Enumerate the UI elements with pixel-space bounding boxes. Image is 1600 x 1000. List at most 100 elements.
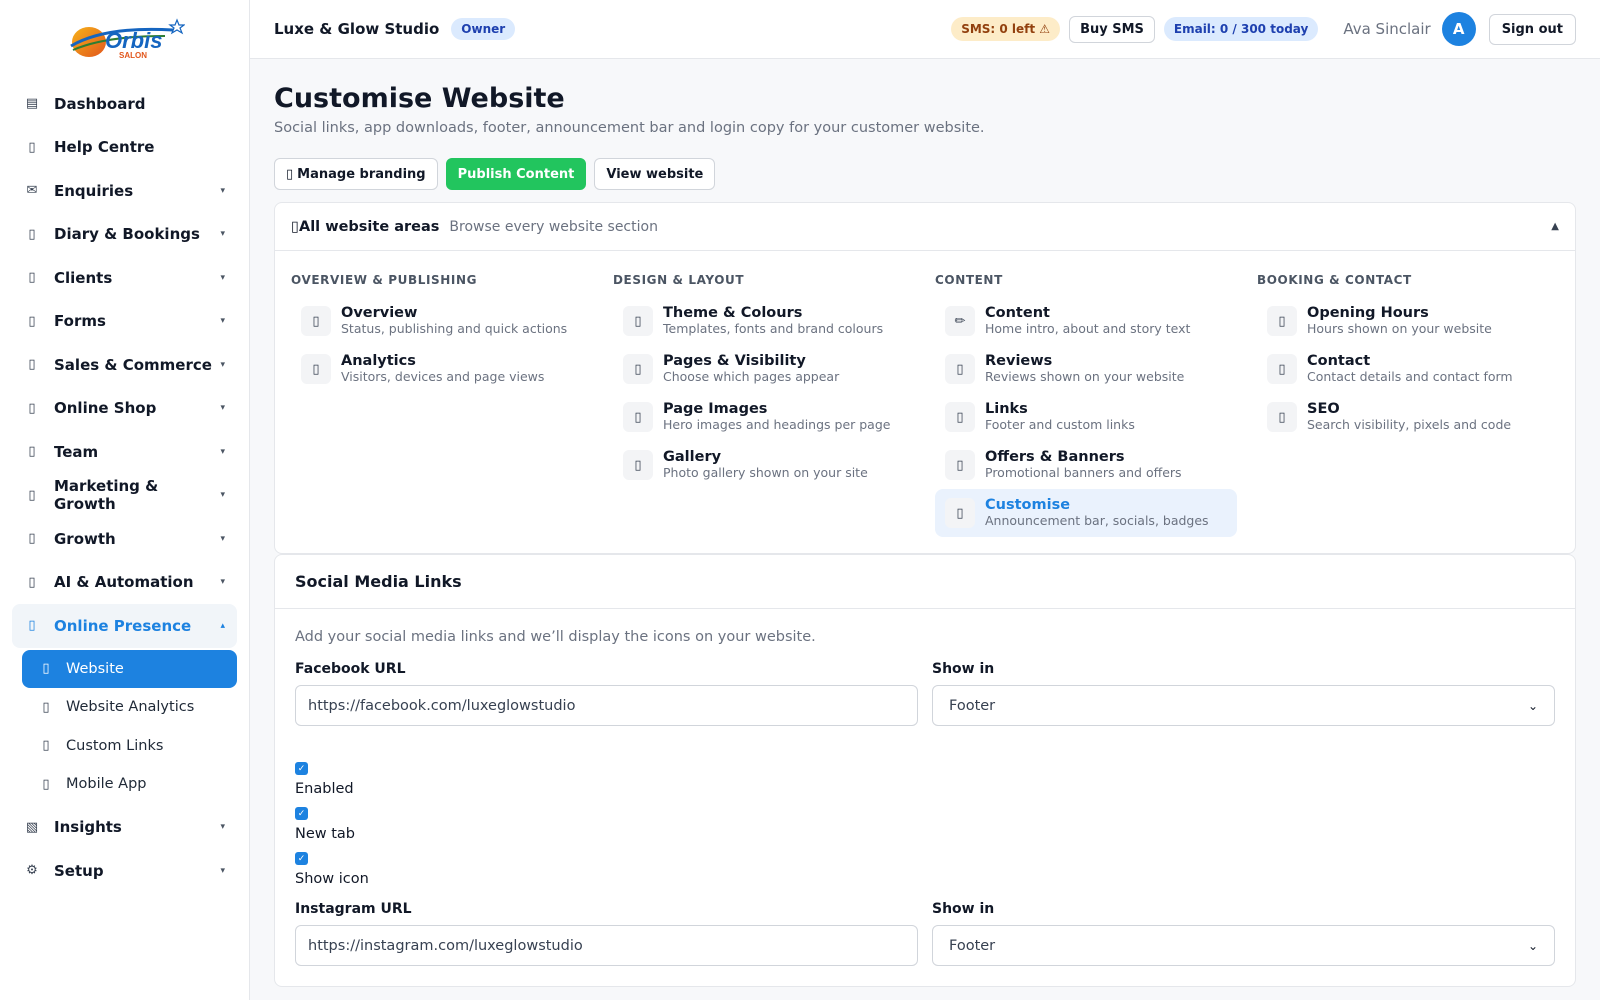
chevron-icon: ▾ <box>220 822 225 833</box>
area-desc: Search visibility, pixels and code <box>1307 417 1512 432</box>
area-theme-and-colours[interactable]: ▯ Theme & Colours Templates, fonts and bra… <box>613 297 915 345</box>
area-name: Page Images <box>663 401 768 417</box>
area-contact[interactable]: ▯ Contact Contact details and contact form <box>1257 345 1559 393</box>
area-desc: Photo gallery shown on your site <box>663 465 868 480</box>
sidebar-subitem-label: Website <box>66 660 124 677</box>
checkbox-label: New tab <box>295 826 356 842</box>
sidebar-item-dashboard[interactable]: ▤ Dashboard <box>12 82 237 126</box>
sidebar-item-label: Online Shop <box>54 399 157 418</box>
sidebar-item-label: Growth <box>54 529 116 548</box>
new-tab-checkbox[interactable]: ✓ <box>295 807 308 820</box>
sidebar-item-label: AI & Automation <box>54 573 194 592</box>
sidebar-item-online-shop[interactable]: ▯ Online Shop ▾ <box>12 387 237 431</box>
instagram-url-input[interactable] <box>295 925 918 966</box>
website-areas-header[interactable]: ▯All website areas Browse every website … <box>275 203 1575 251</box>
sidebar-item-setup[interactable]: ⚙ Setup ▾ <box>12 849 237 893</box>
area-offers-and-banners[interactable]: ▯ Offers & Banners Promotional banners and… <box>935 441 1237 489</box>
sidebar-subitem-custom-links[interactable]: ▯ Custom Links <box>22 727 237 766</box>
sidebar-subitem-mobile-app[interactable]: ▯ Mobile App <box>22 765 237 804</box>
sidebar-item-marketing-and-growth[interactable]: ▯ Marketing & Growth ▾ <box>12 474 237 518</box>
buy-sms-button[interactable]: Buy SMS <box>1069 15 1155 43</box>
area-name: Contact <box>1307 353 1371 369</box>
instagram-show-in-value: Footer <box>949 937 996 954</box>
sidebar-item-sales-and-commerce[interactable]: ▯ Sales & Commerce ▾ <box>12 343 237 387</box>
collapse-icon[interactable]: ▲ <box>1551 221 1559 232</box>
svg-text:Orbis: Orbis <box>105 28 162 53</box>
sidebar-item-label: Dashboard <box>54 94 146 113</box>
sidebar-item-insights[interactable]: ▧ Insights ▾ <box>12 806 237 850</box>
pages-and-visibility-icon: ▯ <box>623 354 653 384</box>
social-media-header: Social Media Links <box>275 555 1575 609</box>
main-content: Customise Website Social links, app down… <box>250 59 1600 1000</box>
area-name: Overview <box>341 305 418 321</box>
sidebar-item-online-presence[interactable]: ▯ Online Presence ▴ <box>12 604 237 648</box>
forms-icon: ▯ <box>28 313 36 329</box>
area-pages-and-visibility[interactable]: ▯ Pages & Visibility Choose which pages ap… <box>613 345 915 393</box>
seo-icon: ▯ <box>1267 402 1297 432</box>
top-header: Luxe & Glow Studio Owner SMS: 0 left ⚠ B… <box>250 0 1600 59</box>
area-links[interactable]: ▯ Links Footer and custom links <box>935 393 1237 441</box>
sidebar-item-label: Sales & Commerce <box>54 355 212 374</box>
sidebar-item-label: Clients <box>54 268 113 287</box>
sidebar-nav: ▤ Dashboard ▯ Help Centre ✉ Enquiries ▾ ▯ Diary … <box>0 82 249 893</box>
orbis-salon-logo[interactable]: Orbis SALON <box>0 0 249 82</box>
area-analytics[interactable]: ▯ Analytics Visitors, devices and page vie… <box>291 345 593 393</box>
setup-icon: ⚙ <box>26 863 38 879</box>
sidebar-item-enquiries[interactable]: ✉ Enquiries ▾ <box>12 169 237 213</box>
facebook-show-in-select[interactable]: Footer ⌄ <box>932 685 1555 726</box>
role-badge: Owner <box>451 18 516 40</box>
manage-branding-button[interactable]: ▯ Manage branding <box>274 158 438 190</box>
sidebar-subitem-website[interactable]: ▯ Website <box>22 649 237 688</box>
sidebar-item-label: Enquiries <box>54 181 134 200</box>
facebook-url-input[interactable] <box>295 685 918 726</box>
ai-and-automation-icon: ▯ <box>28 574 36 590</box>
chevron-icon: ▾ <box>220 533 225 544</box>
area-reviews[interactable]: ▯ Reviews Reviews shown on your website <box>935 345 1237 393</box>
sidebar-item-label: Online Presence <box>54 616 192 635</box>
dashboard-icon: ▤ <box>25 96 39 112</box>
areas-column-overview-and-publishing: OVERVIEW & PUBLISHING ▯ Overview Status, pu… <box>291 273 593 537</box>
sidebar-item-help-centre[interactable]: ▯ Help Centre <box>12 126 237 170</box>
area-content[interactable]: ✏ Content Home intro, about and story text <box>935 297 1237 345</box>
column-title: DESIGN & LAYOUT <box>613 273 745 287</box>
area-desc: Contact details and contact form <box>1307 369 1513 384</box>
view-website-button[interactable]: View website <box>594 158 716 190</box>
sidebar-subitem-website-analytics[interactable]: ▯ Website Analytics <box>22 688 237 727</box>
area-page-images[interactable]: ▯ Page Images Hero images and headings per… <box>613 393 915 441</box>
checkbox-label: Show icon <box>295 871 369 887</box>
sidebar-item-team[interactable]: ▯ Team ▾ <box>12 430 237 474</box>
reviews-icon: ▯ <box>945 354 975 384</box>
instagram-field: Instagram URL <box>295 901 918 966</box>
show-in-label: Show in <box>932 901 995 917</box>
show-icon-checkbox[interactable]: ✓ <box>295 852 308 865</box>
sidebar-item-growth[interactable]: ▯ Growth ▾ <box>12 517 237 561</box>
sidebar-item-clients[interactable]: ▯ Clients ▾ <box>12 256 237 300</box>
online-shop-icon: ▯ <box>28 400 36 416</box>
area-overview[interactable]: ▯ Overview Status, publishing and quick ac… <box>291 297 593 345</box>
publish-content-button[interactable]: Publish Content <box>445 158 587 190</box>
page-actions: ▯ Manage branding Publish Content View w… <box>274 158 1576 190</box>
area-desc: Visitors, devices and page views <box>341 369 545 384</box>
area-opening-hours[interactable]: ▯ Opening Hours Hours shown on your websit… <box>1257 297 1559 345</box>
sidebar-item-ai-and-automation[interactable]: ▯ AI & Automation ▾ <box>12 561 237 605</box>
opening-hours-icon: ▯ <box>1267 306 1297 336</box>
check-new-tab: ✓ New tab <box>295 807 1555 842</box>
chevron-down-icon: ⌄ <box>1527 698 1538 713</box>
column-title: BOOKING & CONTACT <box>1257 273 1412 287</box>
sign-out-button[interactable]: Sign out <box>1488 13 1576 45</box>
area-customise[interactable]: ▯ Customise Announcement bar, socials, bad… <box>935 489 1237 537</box>
instagram-show-in-select[interactable]: Footer ⌄ <box>932 925 1555 966</box>
instagram-label: Instagram URL <box>295 901 412 917</box>
area-gallery[interactable]: ▯ Gallery Photo gallery shown on your site <box>613 441 915 489</box>
growth-icon: ▯ <box>28 531 36 547</box>
sidebar-item-diary-and-bookings[interactable]: ▯ Diary & Bookings ▾ <box>12 213 237 257</box>
enabled-checkbox[interactable]: ✓ <box>295 762 308 775</box>
sidebar-item-forms[interactable]: ▯ Forms ▾ <box>12 300 237 344</box>
sidebar: Orbis SALON ▤ Dashboard ▯ Help Centre ✉ Enqui… <box>0 0 250 1000</box>
area-seo[interactable]: ▯ SEO Search visibility, pixels and code <box>1257 393 1559 441</box>
offers-and-banners-icon: ▯ <box>945 450 975 480</box>
user-name: Ava Sinclair <box>1343 20 1431 38</box>
online-presence-submenu: ▯ Website ▯ Website Analytics ▯ Custom Links ▯… <box>12 648 237 806</box>
avatar[interactable]: A <box>1441 12 1476 46</box>
custom-links-icon: ▯ <box>42 738 50 754</box>
